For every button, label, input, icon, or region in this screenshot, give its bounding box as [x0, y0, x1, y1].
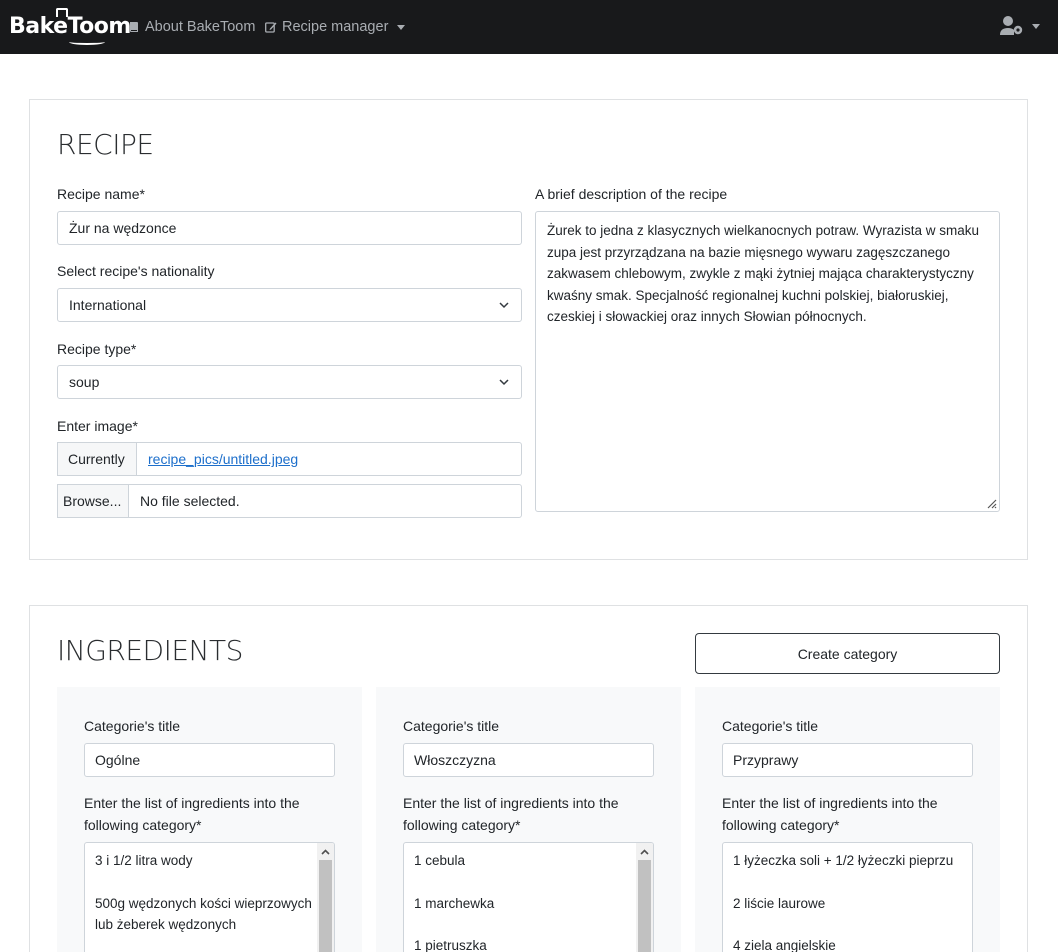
- recipe-name-input[interactable]: Żur na wędzonce: [57, 211, 522, 245]
- chevron-down-icon: [397, 24, 406, 30]
- image-label: Enter image*: [57, 418, 138, 434]
- category-card: Categorie's title Włoszczyzna Enter the …: [376, 687, 681, 952]
- category-title-label: Categorie's title: [403, 718, 500, 734]
- description-textarea[interactable]: Żurek to jedna z klasycznych wielkanocny…: [535, 211, 1000, 512]
- category-title-value: Ogólne: [95, 752, 141, 768]
- chevron-up-icon: [640, 848, 649, 855]
- category-title-label: Categorie's title: [722, 718, 819, 734]
- category-title-input[interactable]: Ogólne: [84, 743, 335, 777]
- file-input[interactable]: No file selected.: [128, 484, 522, 518]
- book-icon: [130, 22, 138, 32]
- navbar: BakeToom About BakeToom Recipe manager: [0, 0, 1058, 54]
- category-title-label: Categorie's title: [84, 718, 181, 734]
- edit-icon: [265, 22, 277, 33]
- brand-logo[interactable]: BakeToom: [9, 8, 131, 45]
- scrollbar[interactable]: [636, 843, 653, 952]
- category-title-value: Włoszczyzna: [414, 752, 496, 768]
- category-list-textarea[interactable]: 1 łyżeczka soli + 1/2 łyżeczki pieprzu 2…: [722, 842, 973, 952]
- category-list-value: 3 i 1/2 litra wody 500g wędzonych kości …: [95, 853, 312, 932]
- description-label: A brief description of the recipe: [535, 186, 728, 202]
- category-list-value: 1 cebula 1 marchewka 1 pietruszka: [414, 853, 495, 952]
- recipe-name-label: Recipe name*: [57, 186, 145, 202]
- chevron-up-icon: [321, 848, 330, 855]
- swoosh-icon: [69, 39, 105, 45]
- category-list-value: 1 łyżeczka soli + 1/2 łyżeczki pieprzu 2…: [733, 853, 954, 952]
- user-menu[interactable]: [1000, 15, 1040, 37]
- user-cog-icon: [1000, 16, 1023, 35]
- scroll-up-button[interactable]: [636, 843, 653, 860]
- category-list-textarea[interactable]: 1 cebula 1 marchewka 1 pietruszka: [403, 842, 654, 952]
- currently-text: Currently: [68, 451, 125, 467]
- recipe-type-select[interactable]: soup: [57, 365, 522, 399]
- browse-button[interactable]: Browse...: [57, 484, 129, 518]
- nationality-label: Select recipe's nationality: [57, 263, 215, 279]
- scrollbar[interactable]: [317, 843, 334, 952]
- chef-hat-icon: [56, 8, 68, 17]
- recipe-name-value: Żur na wędzonce: [69, 220, 177, 236]
- chevron-down-icon: [499, 379, 509, 386]
- category-list-label: Enter the list of ingredients into the f…: [722, 795, 938, 833]
- scroll-thumb[interactable]: [319, 860, 332, 952]
- nationality-select[interactable]: International: [57, 288, 522, 322]
- current-image-link[interactable]: recipe_pics/untitled.jpeg: [148, 451, 298, 467]
- nav-recipe-manager-label: Recipe manager: [282, 19, 389, 35]
- category-title-input[interactable]: Włoszczyzna: [403, 743, 654, 777]
- create-category-button[interactable]: Create category: [695, 633, 1000, 674]
- recipe-type-label: Recipe type*: [57, 341, 137, 357]
- browse-label: Browse...: [63, 493, 122, 509]
- category-list-textarea[interactable]: 3 i 1/2 litra wody 500g wędzonych kości …: [84, 842, 335, 952]
- currently-label: Currently: [57, 442, 137, 476]
- brand-name: BakeToom: [9, 14, 131, 39]
- scroll-up-button[interactable]: [317, 843, 334, 860]
- scroll-thumb[interactable]: [638, 860, 651, 952]
- recipe-title: RECIPE: [57, 128, 154, 161]
- category-title-input[interactable]: Przyprawy: [722, 743, 973, 777]
- resize-handle-icon[interactable]: [985, 497, 997, 509]
- ingredients-title: INGREDIENTS: [57, 634, 243, 667]
- category-card: Categorie's title Ogólne Enter the list …: [57, 687, 362, 952]
- chevron-down-icon: [499, 302, 509, 309]
- category-card: Categorie's title Przyprawy Enter the li…: [695, 687, 1000, 952]
- description-value: Żurek to jedna z klasycznych wielkanocny…: [547, 223, 980, 324]
- recipe-type-value: soup: [69, 374, 100, 390]
- chevron-down-icon: [1032, 23, 1040, 29]
- category-list-label: Enter the list of ingredients into the f…: [84, 795, 300, 833]
- create-category-label: Create category: [797, 645, 898, 662]
- category-title-value: Przyprawy: [733, 752, 799, 768]
- current-image-field: recipe_pics/untitled.jpeg: [136, 442, 522, 476]
- nav-about-label: About BakeToom: [145, 19, 256, 35]
- nav-about[interactable]: About BakeToom: [128, 17, 255, 37]
- nav-recipe-manager[interactable]: Recipe manager: [265, 17, 406, 37]
- category-list-label: Enter the list of ingredients into the f…: [403, 795, 619, 833]
- nationality-value: International: [69, 297, 147, 313]
- file-status: No file selected.: [140, 493, 240, 509]
